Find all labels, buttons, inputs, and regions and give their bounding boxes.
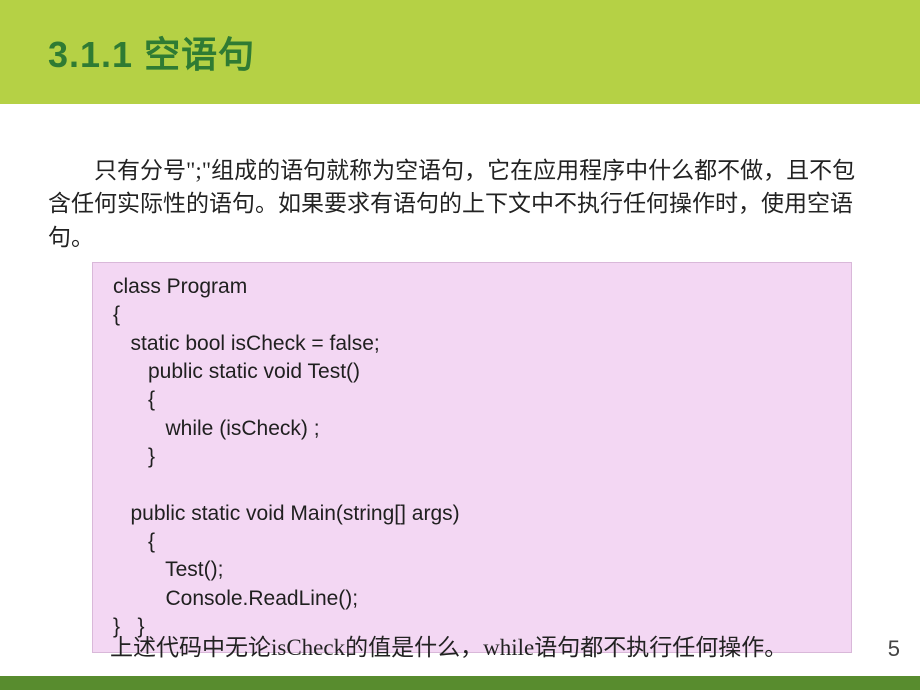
bottom-bar (0, 676, 920, 690)
content-area: 只有分号";"组成的语句就称为空语句，它在应用程序中什么都不做，且不包含任何实际… (0, 104, 920, 653)
header-band: 3.1.1 空语句 (0, 0, 920, 104)
slide-title: 3.1.1 空语句 (48, 26, 255, 78)
page-number: 5 (888, 636, 900, 662)
body-paragraph: 只有分号";"组成的语句就称为空语句，它在应用程序中什么都不做，且不包含任何实际… (48, 154, 872, 254)
footer-note: 上述代码中无论isCheck的值是什么，while语句都不执行任何操作。 (64, 628, 787, 662)
code-block: class Program { static bool isCheck = fa… (92, 262, 852, 652)
